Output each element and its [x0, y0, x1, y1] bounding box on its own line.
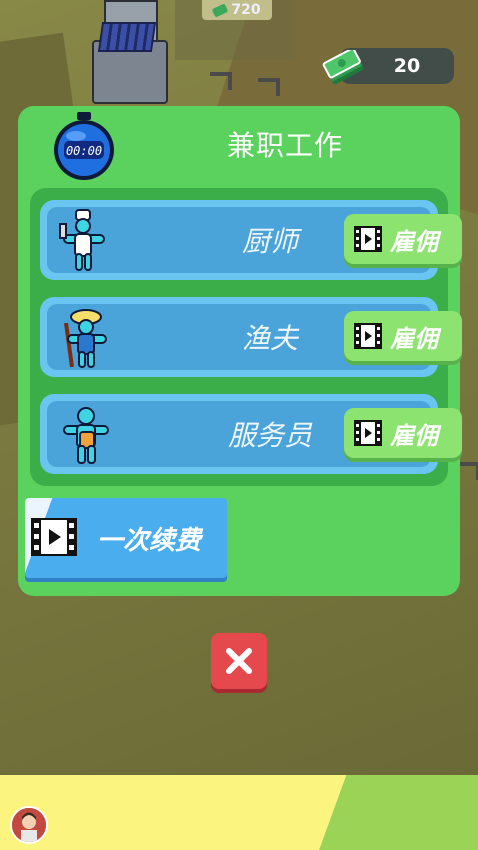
grill-machine [92, 0, 172, 104]
close-icon [226, 648, 252, 674]
floor-marker [210, 72, 232, 90]
stopwatch-icon: 00:00 [54, 112, 114, 180]
job-name: 渔夫 [241, 322, 298, 355]
cash-stack-icon [322, 50, 364, 84]
chef-icon [59, 209, 105, 271]
video-ad-icon [354, 226, 382, 252]
renew-once-button[interactable]: 一次续费 [25, 498, 227, 578]
close-button[interactable] [211, 633, 267, 689]
renew-button-label: 一次续费 [97, 525, 202, 556]
video-ad-icon [354, 420, 382, 446]
waiter-icon [63, 407, 109, 464]
panel-title: 兼职工作 [226, 129, 343, 162]
world-price-value: 720 [231, 2, 261, 18]
floor-marker [458, 462, 478, 480]
video-ad-icon [354, 323, 382, 349]
video-ad-icon [31, 518, 77, 556]
hire-button-label: 雇佣 [390, 324, 438, 353]
money-value: 20 [393, 55, 421, 77]
world-price-tag: 720 [202, 0, 272, 20]
job-item-chef: 厨师 雇佣 [40, 200, 462, 280]
job-name: 服务员 [227, 419, 312, 452]
hire-button-label: 雇佣 [390, 227, 438, 256]
player-avatar[interactable] [10, 806, 48, 844]
job-item-fisherman: 渔夫 雇佣 [40, 297, 462, 377]
job-name: 厨师 [241, 225, 298, 258]
hire-waiter-button[interactable]: 雇佣 [344, 408, 462, 458]
player-avatar-icon [12, 808, 46, 842]
floor-marker [258, 78, 280, 96]
stopwatch-time: 00:00 [66, 144, 102, 158]
hire-fisherman-button[interactable]: 雇佣 [344, 311, 462, 361]
hire-button-label: 雇佣 [390, 421, 438, 450]
hire-chef-button[interactable]: 雇佣 [344, 214, 462, 264]
job-item-waiter: 服务员 雇佣 [40, 394, 462, 474]
fisherman-icon [64, 309, 107, 368]
cash-icon [212, 2, 229, 18]
